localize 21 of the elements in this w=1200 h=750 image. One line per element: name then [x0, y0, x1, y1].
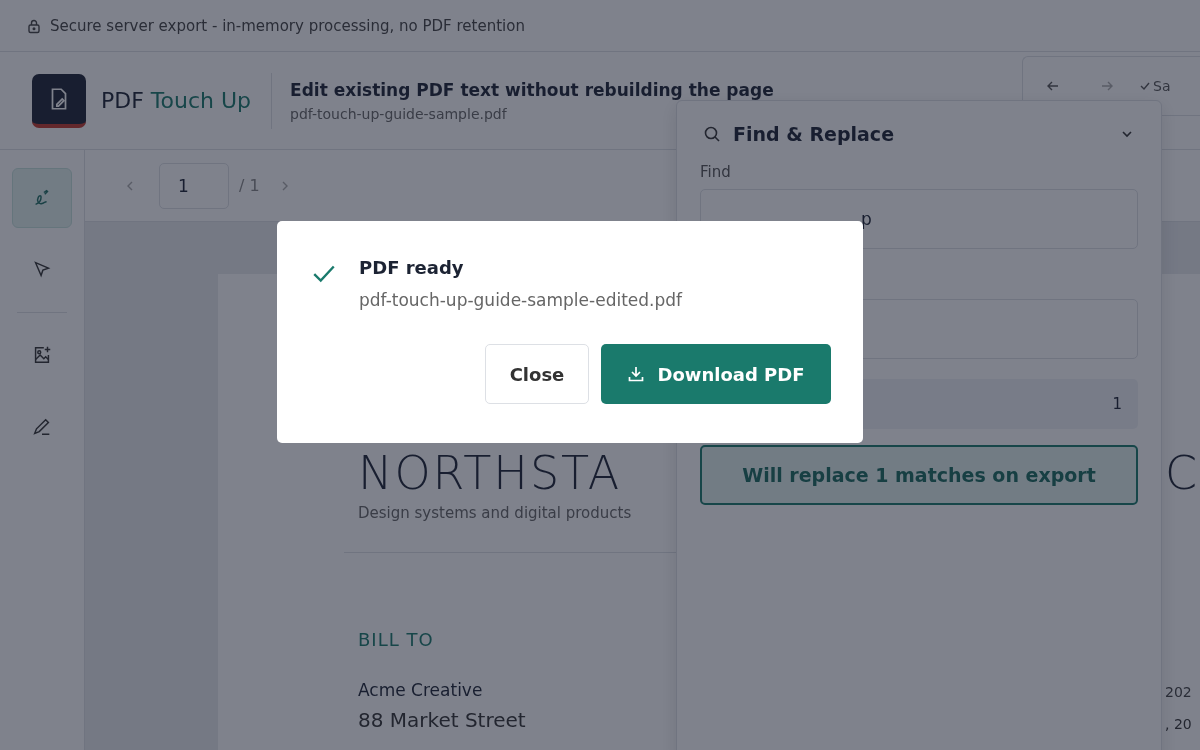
security-notice: Secure server export - in-memory processing, no PDF retention	[50, 16, 525, 35]
output-filename: pdf-touch-up-guide-sample-edited.pdf	[359, 290, 683, 310]
search-icon	[703, 125, 721, 143]
match-count: 1	[1112, 395, 1122, 413]
app-logo-icon	[32, 73, 86, 128]
find-label: Find	[700, 163, 732, 181]
lock-icon	[26, 17, 42, 34]
app-name: PDF Touch Up	[101, 88, 252, 113]
dialog-title: PDF ready	[359, 257, 465, 278]
document-filename: pdf-touch-up-guide-sample.pdf	[290, 105, 508, 122]
date-text[interactable]: , 20	[1165, 716, 1200, 732]
download-button[interactable]: Download PDF	[601, 344, 831, 404]
apply-replace-button[interactable]: Will replace 1 matches on export	[700, 445, 1138, 505]
date-text[interactable]: 202	[1165, 684, 1200, 700]
page-number-field[interactable]: 1	[159, 162, 229, 209]
document-title: Edit existing PDF text without rebuilding the page	[290, 79, 775, 100]
document-heading[interactable]: C	[1165, 450, 1200, 496]
close-button[interactable]: Close	[485, 344, 589, 404]
save-button[interactable]: Sa	[1139, 77, 1171, 94]
panel-title: Find & Replace	[733, 123, 896, 145]
download-icon	[627, 365, 646, 383]
